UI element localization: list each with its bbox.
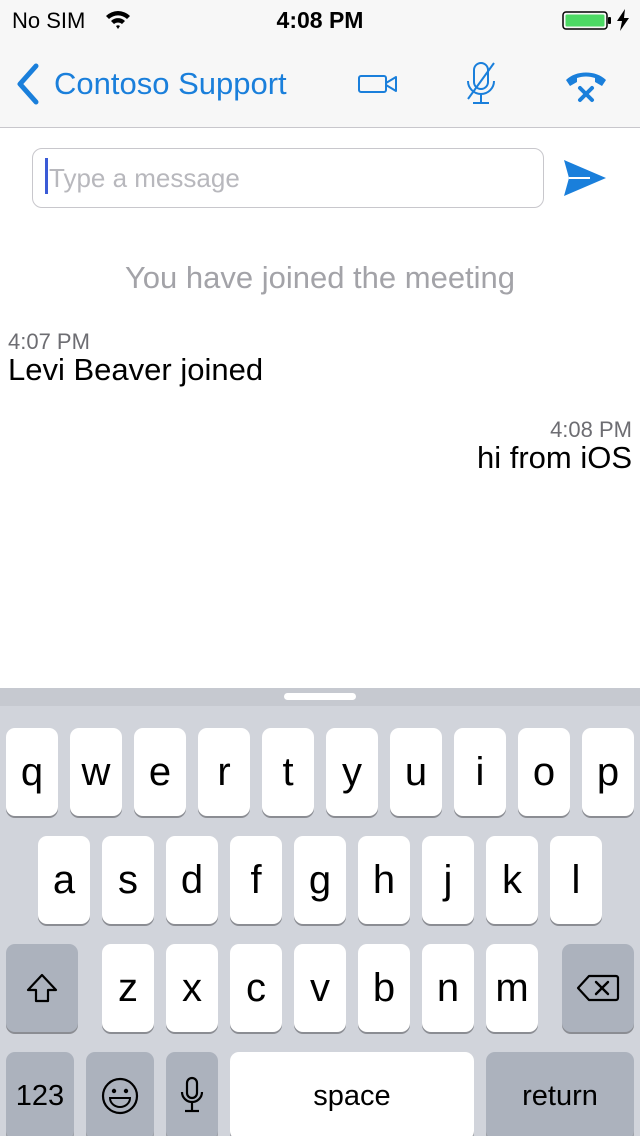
key-b[interactable]: b [358,944,410,1032]
key-f[interactable]: f [230,836,282,924]
message-input[interactable] [32,148,544,208]
mute-button[interactable] [458,62,504,106]
key-s[interactable]: s [102,836,154,924]
key-n[interactable]: n [422,944,474,1032]
key-o[interactable]: o [518,728,570,816]
hang-up-button[interactable] [558,62,614,106]
key-k[interactable]: k [486,836,538,924]
status-bar: No SIM 4:08 PM [0,0,640,40]
emoji-icon [101,1077,139,1115]
back-button[interactable]: Contoso Support [14,62,287,106]
key-y[interactable]: y [326,728,378,816]
compose-area [0,128,640,228]
video-button[interactable] [352,62,404,106]
shift-key[interactable] [6,944,78,1032]
key-t[interactable]: t [262,728,314,816]
key-u[interactable]: u [390,728,442,816]
key-m[interactable]: m [486,944,538,1032]
key-j[interactable]: j [422,836,474,924]
chevron-left-icon [17,63,39,105]
message-text: hi from iOS [476,440,632,475]
return-key[interactable]: return [486,1052,634,1136]
hang-up-icon [566,72,606,102]
delete-key[interactable] [562,944,634,1032]
message-item: 4:07 PM Levi Beaver joined [8,330,263,386]
status-time: 4:08 PM [276,7,364,33]
microphone-muted-icon [467,62,495,104]
key-r[interactable]: r [198,728,250,816]
charging-bolt-icon [617,9,629,31]
dictation-key[interactable] [166,1052,218,1136]
text-cursor [45,158,48,194]
key-d[interactable]: d [166,836,218,924]
key-h[interactable]: h [358,836,410,924]
emoji-key[interactable] [86,1052,154,1136]
system-notice: You have joined the meeting [124,260,516,295]
key-x[interactable]: x [166,944,218,1032]
key-z[interactable]: z [102,944,154,1032]
shift-icon [26,973,58,1003]
microphone-icon [180,1076,204,1113]
space-key[interactable]: space [230,1052,474,1136]
key-w[interactable]: w [70,728,122,816]
video-camera-icon [358,75,397,93]
key-c[interactable]: c [230,944,282,1032]
navigation-bar: Contoso Support [0,40,640,128]
message-item: 4:08 PM hi from iOS [477,418,632,474]
message-text: Levi Beaver joined [8,352,264,387]
key-g[interactable]: g [294,836,346,924]
back-button-label: Contoso Support [54,66,287,101]
numbers-key[interactable]: 123 [6,1052,74,1136]
send-icon[interactable] [560,156,610,200]
keyboard-handle[interactable] [284,693,356,700]
key-e[interactable]: e [134,728,186,816]
key-a[interactable]: a [38,836,90,924]
keyboard: q w e r t y u i o p a s d f g h j k l z … [0,688,640,1136]
key-l[interactable]: l [550,836,602,924]
key-q[interactable]: q [6,728,58,816]
message-time: 4:07 PM [8,329,90,354]
key-v[interactable]: v [294,944,346,1032]
message-time: 4:08 PM [550,417,632,442]
backspace-icon [576,974,620,1002]
battery-icon [562,11,611,30]
key-i[interactable]: i [454,728,506,816]
key-p[interactable]: p [582,728,634,816]
